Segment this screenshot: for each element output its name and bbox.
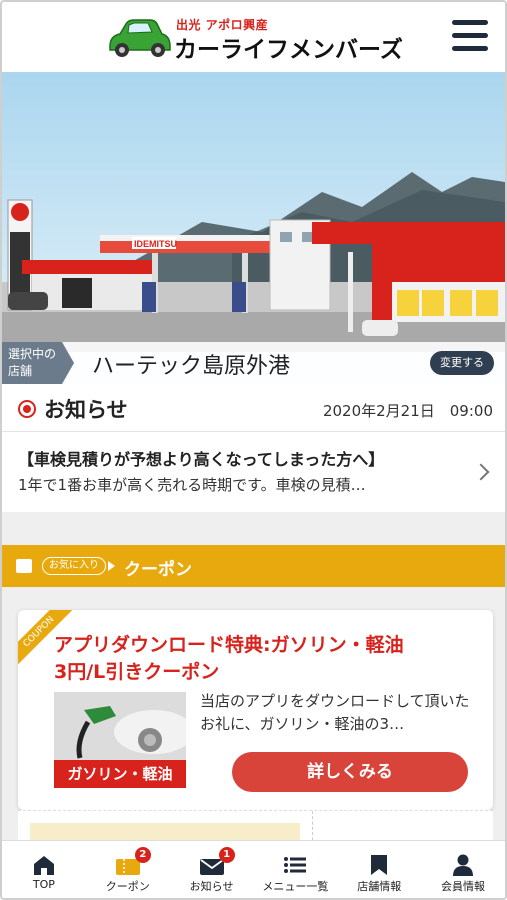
menu-list-icon — [284, 857, 307, 873]
home-icon — [33, 856, 54, 875]
news-header: お知らせ 2020年2月21日 09:00 — [2, 384, 505, 432]
hamburger-menu-button[interactable] — [450, 16, 490, 56]
hamburger-menu-icon — [452, 20, 488, 25]
coupon-section-header: お気に入り クーポン — [2, 545, 505, 587]
selected-store-tag: 選択中の 店舗 — [2, 342, 74, 384]
member-icon — [453, 854, 474, 876]
nav-label-news: お知らせ — [189, 880, 234, 893]
news-date: 2020年2月21日 09:00 — [322, 402, 493, 420]
chevron-right-icon — [472, 463, 490, 481]
coupon-image: ガソリン・軽油 — [54, 692, 186, 788]
nav-top[interactable]: TOP — [2, 841, 86, 898]
nav-news[interactable]: 1 お知らせ — [170, 841, 254, 898]
news-item-title: 【車検見積りが予想より高くなってしまった方へ】 — [18, 450, 385, 469]
bottom-navigation: TOP 2 クーポン 1 お知らせ メニュー一覧 店舗情報 会員情報 — [2, 840, 505, 898]
app-screen: 出光 アポロ興産 カーライフメンバーズ IDEMITSU 選択中の 店舗 ハーテ… — [0, 0, 507, 900]
nav-menu-list[interactable]: メニュー一覧 — [253, 841, 337, 898]
coupon-description: 当店のアプリをダウンロードして頂いたお礼に、ガソリン・軽油の3… — [200, 692, 470, 733]
gas-station-photo: IDEMITSU — [2, 72, 505, 384]
coupon-image-label: ガソリン・軽油 — [54, 760, 186, 788]
coupon-square-icon — [16, 559, 32, 573]
coupon-badge: 2 — [134, 847, 151, 863]
nav-store-info[interactable]: 店舗情報 — [337, 841, 421, 898]
idemitsu-sign: IDEMITSU — [134, 239, 177, 249]
nav-label-menu-list: メニュー一覧 — [262, 880, 329, 893]
favorite-tag[interactable]: お気に入り — [42, 557, 106, 575]
logo-title: カーライフメンバーズ — [174, 37, 403, 63]
selected-store-bar: 選択中の 店舗 ハーテック島原外港 変更する — [2, 342, 505, 384]
car-logo-icon — [109, 19, 171, 57]
coupon-detail-button[interactable]: 詳しくみる — [232, 752, 468, 792]
store-name: ハーテック島原外港 — [92, 354, 291, 379]
news-title: お知らせ — [44, 398, 128, 422]
coupon-section-title: クーポン — [124, 560, 192, 580]
nav-label-member-info: 会員情報 — [441, 880, 486, 893]
news-item-body: 1年で1番お車が高く売れる時期です。車検の見積… — [18, 476, 366, 494]
news-target-icon — [18, 400, 36, 418]
nav-label-coupon: クーポン — [105, 880, 150, 893]
nav-coupon[interactable]: 2 クーポン — [86, 841, 170, 898]
store-hero-image: IDEMITSU 選択中の 店舗 ハーテック島原外港 変更する — [2, 72, 505, 384]
app-logo[interactable]: 出光 アポロ興産 カーライフメンバーズ — [104, 14, 414, 63]
app-header: 出光 アポロ興産 カーライフメンバーズ — [2, 2, 505, 72]
news-badge: 1 — [218, 847, 235, 863]
coupon-title: アプリダウンロード特典:ガソリン・軽油 3円/L引きクーポン — [54, 634, 404, 683]
coupon-card[interactable]: COUPON アプリダウンロード特典:ガソリン・軽油 3円/L引きクーポン ガソ… — [18, 610, 493, 810]
arrow-right-icon — [108, 561, 115, 571]
nav-label-store-info: 店舗情報 — [357, 880, 402, 893]
news-item[interactable]: 【車検見積りが予想より高くなってしまった方へ】 1年で1番お車が高く売れる時期で… — [2, 432, 505, 512]
store-icon — [371, 855, 388, 875]
nav-label-top: TOP — [32, 878, 55, 891]
change-store-button[interactable]: 変更する — [430, 351, 494, 375]
nav-member-info[interactable]: 会員情報 — [421, 841, 505, 898]
fuel-nozzle-icon — [54, 692, 186, 760]
